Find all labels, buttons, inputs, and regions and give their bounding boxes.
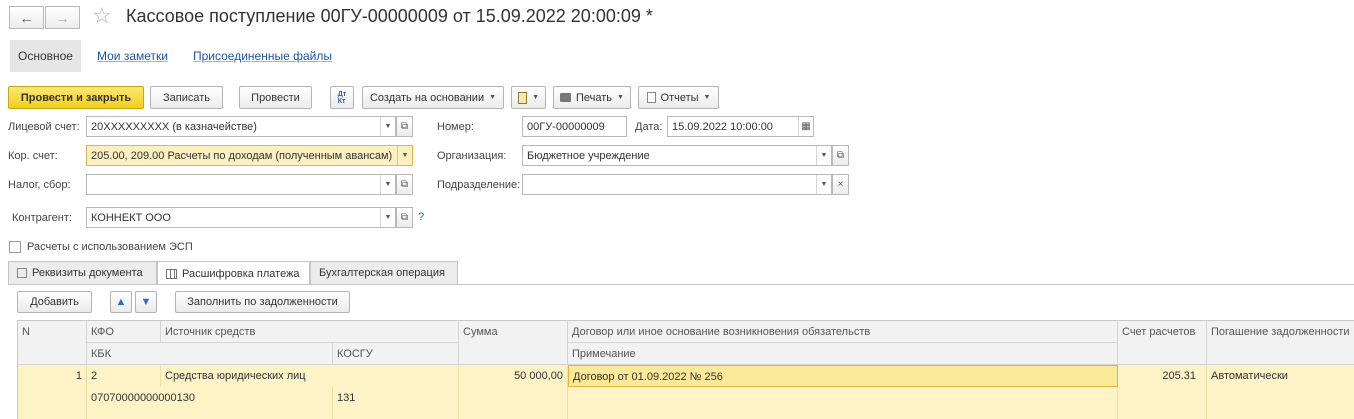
number-field[interactable]: 00ГУ-00000009 [522,116,627,137]
move-up-button[interactable]: ▲ [110,291,132,313]
account-label: Лицевой счет: [8,121,80,133]
col-header-n[interactable]: N [18,321,87,365]
arrow-right-icon: → [55,9,70,26]
cell-kfo[interactable]: 2 [87,365,161,387]
date-label: Дата: [635,121,663,133]
cell-contract[interactable]: Договор от 01.09.2022 № 256 [568,365,1118,387]
dept-label: Подразделение: [437,179,521,191]
col-header-kfo[interactable]: КФО [87,321,161,343]
cell-kbk[interactable]: 07070000000000130 [87,387,333,419]
cell-kosgu[interactable]: 131 [333,387,459,419]
tax-field[interactable]: ▼ [86,174,396,195]
corr-account-label: Кор. счет: [8,150,58,162]
print-button[interactable]: Печать ▼ [553,86,631,109]
chevron-down-icon: ▼ [617,94,624,101]
chevron-down-icon[interactable]: ▼ [380,175,395,194]
col-header-contract[interactable]: Договор или иное основание возникновения… [568,321,1118,343]
back-button[interactable]: ← [9,6,44,29]
nav-notes[interactable]: Мои заметки [97,40,168,72]
fill-by-debt-button[interactable]: Заполнить по задолженности [175,291,350,313]
structure-button[interactable]: ▼ [511,86,546,109]
clear-icon[interactable]: × [832,174,849,195]
esp-label: Расчеты с использованием ЭСП [27,241,193,253]
checkbox-icon [17,268,27,278]
create-based-button[interactable]: Создать на основании ▼ [362,86,504,109]
chevron-down-icon[interactable]: ▼ [397,146,412,165]
chevron-down-icon: ▼ [703,94,711,101]
chevron-down-icon[interactable]: ▼ [380,208,395,227]
tab-breakdown[interactable]: Расшифровка платежа [157,261,310,285]
col-header-account[interactable]: Счет расчетов [1118,321,1207,365]
tax-label: Налог, сбор: [8,179,71,191]
arrow-down-icon: ▼ [140,296,152,308]
org-field[interactable]: Бюджетное учреждение ▼ [522,145,832,166]
table-icon [166,268,177,279]
esp-checkbox[interactable] [9,241,21,253]
dt-kt-icon[interactable]: Дт Кт [330,86,354,109]
open-icon[interactable]: ⧉ [396,174,413,195]
cell-source[interactable]: Средства юридических лиц [161,365,459,387]
move-down-button[interactable]: ▼ [135,291,157,313]
cell-n[interactable]: 1 [18,365,87,419]
tab-requisites[interactable]: Реквизиты документа [8,261,157,284]
star-icon[interactable]: ☆ [92,3,112,29]
chevron-down-icon: ▼ [489,94,497,101]
corr-account-field[interactable]: 205.00, 209.00 Расчеты по доходам (получ… [86,145,413,166]
contractor-label: Контрагент: [12,212,72,224]
col-header-note[interactable]: Примечание [568,343,1118,365]
post-button[interactable]: Провести [239,86,312,109]
forward-button[interactable]: → [45,6,80,29]
open-icon[interactable]: ⧉ [396,207,413,228]
org-label: Организация: [437,150,507,162]
calendar-icon[interactable]: ▦ [798,117,813,136]
dept-field[interactable]: ▼ [522,174,832,195]
chevron-down-icon: ▼ [532,94,539,101]
printer-icon [560,93,571,102]
col-header-repay[interactable]: Погашение задолженности [1207,321,1354,365]
chevron-down-icon[interactable]: ▼ [380,117,395,136]
col-header-source[interactable]: Источник средств [161,321,459,343]
nav-main[interactable]: Основное [10,40,81,72]
open-icon[interactable]: ⧉ [396,116,413,137]
contractor-field[interactable]: КОННЕКТ ООО ▼ [86,207,396,228]
cell-account[interactable]: 205.31 [1118,365,1207,419]
col-header-kosgu[interactable]: КОСГУ [333,343,459,365]
help-icon[interactable]: ? [418,211,424,223]
col-header-sum[interactable]: Сумма [459,321,568,365]
chevron-down-icon[interactable]: ▼ [816,146,831,165]
cell-note[interactable] [568,387,1118,419]
arrow-up-icon: ▲ [115,296,127,308]
cell-repay[interactable]: Автоматически [1207,365,1354,419]
add-button[interactable]: Добавить [17,291,92,313]
chevron-down-icon[interactable]: ▼ [816,175,831,194]
report-icon [646,92,656,103]
col-header-kbk[interactable]: КБК [87,343,333,365]
tab-divider [8,284,1354,285]
open-icon[interactable]: ⧉ [832,145,849,166]
date-field[interactable]: 15.09.2022 10:00:00 ▦ [667,116,814,137]
nav-files[interactable]: Присоединенные файлы [193,40,332,72]
page-title: Кассовое поступление 00ГУ-00000009 от 15… [126,6,653,26]
cell-sum[interactable]: 50 000,00 [459,365,568,419]
tab-accounting[interactable]: Бухгалтерская операция [310,261,458,284]
reports-button[interactable]: Отчеты ▼ [638,86,719,109]
document-structure-icon [518,91,528,104]
payment-table: N КФО Источник средств Сумма Договор или… [17,320,1354,419]
post-close-button[interactable]: Провести и закрыть [8,86,144,109]
account-field[interactable]: 20XXXXXXXXX (в казначействе) ▼ [86,116,396,137]
number-label: Номер: [437,121,474,133]
arrow-left-icon: ← [19,9,34,26]
save-button[interactable]: Записать [150,86,223,109]
